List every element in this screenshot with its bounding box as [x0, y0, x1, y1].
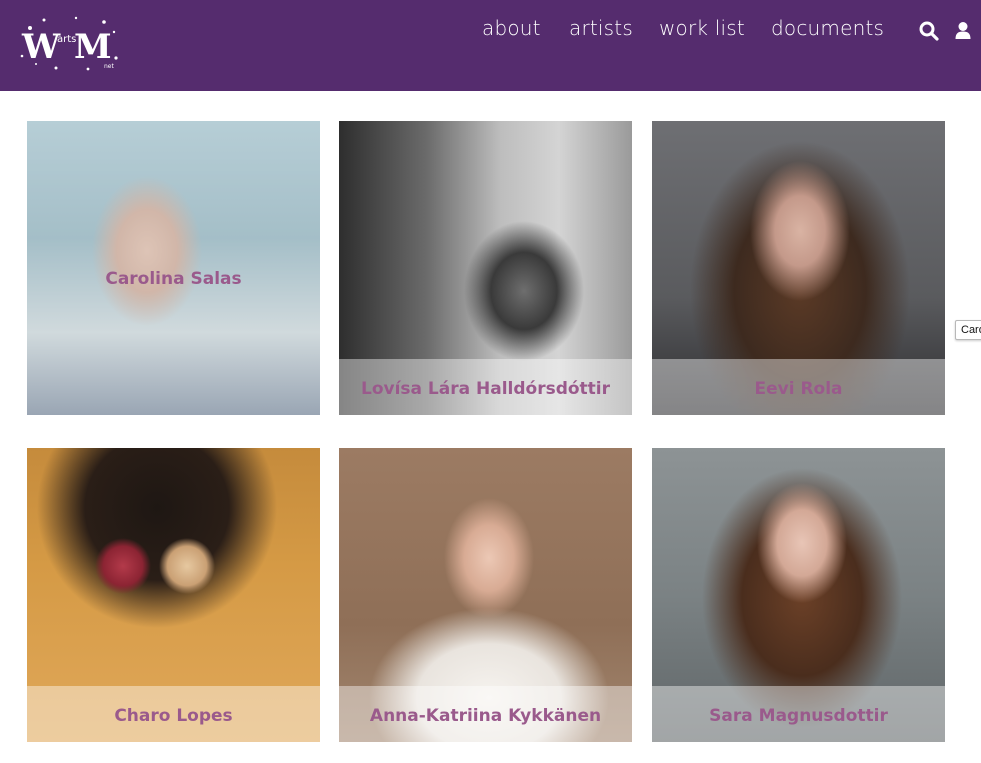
caption-overlay — [27, 121, 320, 415]
search-icon[interactable] — [918, 20, 940, 42]
nav-documents[interactable]: documents — [771, 16, 884, 40]
nav-artists[interactable]: artists — [569, 16, 633, 40]
nav-about[interactable]: about — [482, 16, 541, 40]
site-header: W arts M net about artists work list doc… — [0, 0, 981, 91]
nav-work-list[interactable]: work list — [659, 16, 745, 40]
logo-m: M — [74, 27, 112, 67]
logo-w: W — [21, 27, 61, 67]
artist-name: Sara Magnusdottir — [709, 706, 888, 726]
logo-mark: W arts M net — [20, 16, 118, 71]
artist-card[interactable]: Carolina Salas — [27, 121, 320, 415]
artist-card[interactable]: Lovísa Lára Halldórsdóttir — [339, 121, 632, 415]
artist-name: Anna-Katriina Kykkänen — [369, 706, 602, 726]
site-logo[interactable]: W arts M net — [16, 14, 124, 74]
user-icon[interactable] — [953, 20, 975, 42]
artist-card[interactable]: Charo Lopes — [27, 448, 320, 742]
artist-name: Charo Lopes — [114, 706, 233, 726]
logo-net: net — [104, 63, 114, 70]
artist-name: Eevi Rola — [754, 379, 843, 399]
artist-name: Lovísa Lára Halldórsdóttir — [360, 379, 611, 399]
artist-name: Carolina Salas — [105, 269, 242, 289]
artist-card[interactable]: Sara Magnusdottir — [652, 448, 945, 742]
artist-card[interactable]: Anna-Katriina Kykkänen — [339, 448, 632, 742]
artist-card[interactable]: Eevi Rola — [652, 121, 945, 415]
hover-tooltip: Carolina Salas — [955, 320, 981, 340]
